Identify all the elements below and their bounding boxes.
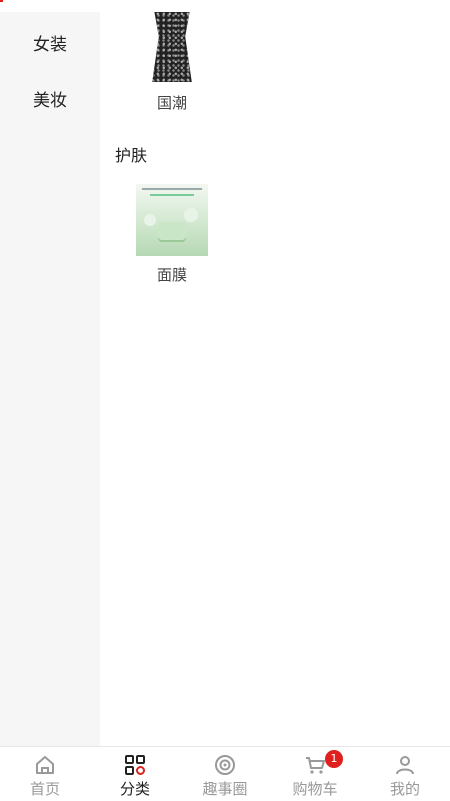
cart-icon [306, 757, 325, 774]
user-icon [396, 756, 414, 775]
product-label: 国潮 [156, 94, 187, 112]
tab-label: 分类 [119, 780, 150, 798]
product-thumbnail [136, 12, 208, 84]
sidebar-item-label: 女装 [33, 34, 67, 55]
circle-icon [215, 755, 235, 775]
sidebar-item-beauty[interactable]: 美妆 [0, 78, 100, 118]
section-title: 护肤 [115, 146, 148, 165]
product-thumbnail [136, 184, 208, 256]
home-icon [36, 756, 54, 774]
tab-label: 趣事圈 [202, 780, 248, 798]
category-sidebar: 女装 美妆 [0, 12, 100, 746]
cart-badge: 1 [325, 750, 343, 768]
tab-profile[interactable]: 我的 [360, 747, 450, 801]
mask-image-decoration [144, 214, 156, 226]
tab-home[interactable]: 首页 [0, 747, 90, 801]
mask-image-text [142, 188, 202, 190]
tab-label: 购物车 [292, 780, 338, 798]
sidebar-item-label: 美妆 [33, 90, 67, 111]
mask-image-text [150, 194, 194, 196]
status-area [0, 0, 450, 12]
tab-fun-circle[interactable]: 趣事圈 [180, 747, 270, 801]
bottom-tab-bar: 首页 分类 趣事圈 1 购物车 我的 [0, 746, 450, 801]
tab-category[interactable]: 分类 [90, 747, 180, 801]
product-label: 面膜 [156, 266, 187, 284]
tab-cart[interactable]: 1 购物车 [270, 747, 360, 801]
mask-jar [158, 222, 186, 240]
sidebar-item-women[interactable]: 女装 [0, 22, 100, 62]
mask-image-decoration [184, 208, 198, 222]
tab-label: 我的 [389, 780, 420, 798]
category-content: 国潮 护肤 面膜 [100, 12, 450, 746]
product-item-mask[interactable]: 面膜 [127, 184, 217, 285]
tab-label: 首页 [29, 780, 60, 798]
status-dot [0, 0, 3, 2]
product-item-guochao[interactable]: 国潮 [127, 12, 217, 113]
dress-image [152, 12, 192, 82]
grid-icon [125, 755, 145, 775]
